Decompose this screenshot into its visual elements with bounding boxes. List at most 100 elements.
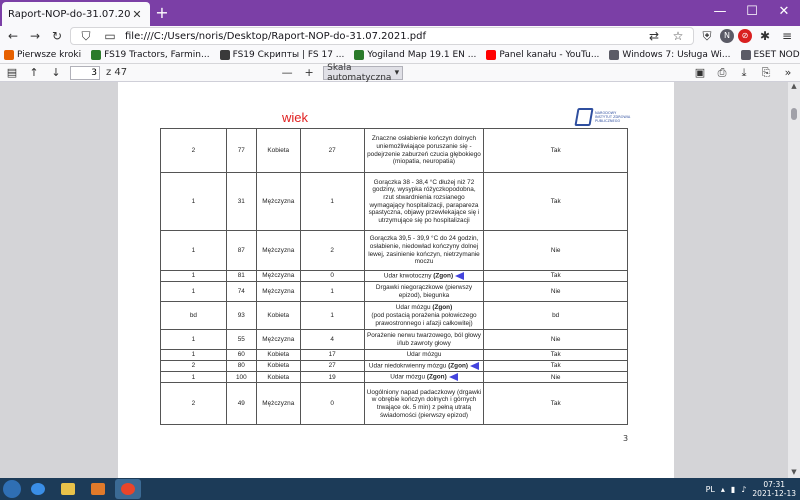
shield-extension-icon[interactable]: ⛨ (698, 27, 716, 45)
scrollbar-thumb[interactable] (791, 108, 797, 120)
bookmark-item[interactable]: FS19 Скрипты | FS 17 ... (219, 49, 345, 60)
arrow-pointer-icon (470, 361, 480, 370)
tab-strip: Raport-NOP-do-31.07.2021.pdf ✕ + — ☐ ✕ (0, 0, 800, 26)
zoom-out-button[interactable]: — (279, 65, 295, 81)
save-icon[interactable]: ⤓ (736, 65, 752, 81)
bookmark-item[interactable]: Pierwsze kroki (4, 49, 82, 60)
bookmark-label: FS19 Скрипты | FS 17 ... (232, 49, 345, 60)
reload-icon[interactable]: ↻ (48, 27, 66, 45)
taskbar-firefox[interactable] (115, 479, 141, 499)
table-cell: 19 (299, 371, 365, 384)
tab-close-icon[interactable]: ✕ (130, 8, 144, 21)
sidebar-toggle-icon[interactable]: ▤ (4, 65, 20, 81)
pdf-viewer[interactable]: wiek NARODOWY INSTYTUT ZDROWIA PUBLICZNE… (0, 82, 800, 478)
table-cell: 1 (160, 349, 227, 361)
institute-logo: NARODOWY INSTYTUT ZDROWIA PUBLICZNEGO (574, 106, 636, 128)
description-text: Udar niedokrwienny mózgu (368, 362, 447, 370)
account-avatar[interactable]: N (720, 29, 734, 43)
table-cell: Tak (483, 269, 628, 283)
minimize-button[interactable]: — (704, 0, 736, 26)
extensions-puzzle-icon[interactable]: ✱ (756, 27, 774, 45)
taskbar-explorer[interactable] (55, 479, 81, 499)
bookmark-item[interactable]: Panel kanału - YouTu... (486, 49, 599, 60)
bookmark-item[interactable]: FS19 Tractors, Farmin... (91, 49, 210, 60)
bookmark-label: Pierwsze kroki (17, 49, 82, 60)
bookmark-item[interactable]: Yogiland Map 19.1 EN ... (354, 49, 477, 60)
bookmark-star-icon[interactable]: ☆ (669, 27, 687, 45)
table-cell: Tak (483, 349, 628, 361)
table-cell: 31 (225, 172, 257, 231)
network-icon[interactable]: ▮ (731, 485, 735, 494)
table-cell-description: Udar mózgu (363, 349, 485, 361)
scroll-down-icon[interactable]: ▼ (788, 468, 800, 478)
zoom-select[interactable]: Skala automatyczna ▾ (323, 63, 404, 83)
bookmark-item[interactable]: ESET NOD32 Antivirus ... (740, 49, 800, 60)
extension-icon[interactable]: ⊘ (738, 29, 752, 43)
table-cell: 77 (225, 128, 257, 173)
taskbar-ie[interactable] (25, 479, 51, 499)
table-cell: 0 (299, 382, 365, 426)
internet-explorer-icon (31, 483, 45, 495)
bookmark-icon[interactable]: ⎘ (758, 65, 774, 81)
table-cell: 1 (160, 329, 227, 351)
print-icon[interactable]: ⎙ (714, 65, 730, 81)
next-page-icon[interactable]: ↓ (48, 65, 64, 81)
scroll-up-icon[interactable]: ▲ (788, 82, 800, 92)
previous-page-icon[interactable]: ↑ (26, 65, 42, 81)
shield-icon[interactable]: ⛉ (77, 27, 95, 45)
language-indicator[interactable]: PL (706, 485, 715, 494)
menu-icon[interactable]: ≡ (778, 27, 796, 45)
firefox-icon (121, 483, 135, 495)
clock[interactable]: 07:31 2021-12-13 (752, 480, 796, 498)
back-icon[interactable]: ← (4, 27, 22, 45)
death-marker: (Zgon) (426, 373, 447, 381)
taskbar: PL ▴ ▮ ♪ 07:31 2021-12-13 (0, 478, 800, 500)
page-number: 3 (623, 434, 629, 443)
table-cell: 1 (299, 301, 365, 331)
page-number-input[interactable] (70, 65, 100, 80)
bookmark-label: ESET NOD32 Antivirus ... (753, 49, 800, 60)
table-cell: Tak (483, 359, 628, 373)
close-window-button[interactable]: ✕ (768, 0, 800, 26)
table-cell: Nie (483, 281, 628, 303)
tab-pdf-report[interactable]: Raport-NOP-do-31.07.2021.pdf ✕ (2, 2, 150, 26)
table-cell-description: Gorączka 39,5 - 39,9 °C do 24 godzin, os… (363, 230, 485, 271)
translate-icon[interactable]: ⇄ (645, 27, 663, 45)
table-cell: Nie (483, 371, 628, 384)
bookmark-favicon-icon (91, 49, 102, 60)
table-cell: 1 (160, 371, 227, 384)
table-cell: Kobieta (255, 128, 301, 173)
zoom-in-button[interactable]: + (301, 65, 317, 81)
table-row: 1 81 Mężczyzna 0 Udar krwotoczny (Zgon) Tak (160, 269, 628, 283)
bookmark-favicon-icon (354, 49, 365, 60)
tray-expand-icon[interactable]: ▴ (721, 485, 725, 494)
table-cell: 17 (299, 349, 365, 361)
bookmark-label: Yogiland Map 19.1 EN ... (367, 49, 477, 60)
annotation-text: wiek (282, 110, 309, 125)
table-cell-description: Porażenie nerwu twarzowego, ból głowy i/… (363, 329, 485, 351)
table-cell-description: Udar mózgu (Zgon) (363, 371, 485, 384)
table-cell: 27 (299, 359, 365, 373)
tools-icon[interactable]: » (780, 65, 796, 81)
bookmark-item[interactable]: Windows 7: Usługa Wi... (609, 49, 731, 60)
vertical-scrollbar[interactable]: ▲ ▼ (788, 82, 800, 478)
address-bar[interactable]: ⛉ ▭ file:///C:/Users/noris/Desktop/Rapor… (70, 27, 694, 45)
url-text[interactable]: file:///C:/Users/noris/Desktop/Raport-NO… (125, 31, 639, 42)
maximize-button[interactable]: ☐ (736, 0, 768, 26)
table-cell: Tak (483, 382, 628, 426)
taskbar-media[interactable] (85, 479, 111, 499)
table-cell-description: Uogólniony napad padaczkowy (drgawki w o… (363, 382, 485, 426)
report-table: 2 77 Kobieta 27 Znaczne osłabienie kończyn d… (160, 128, 628, 426)
table-cell: Nie (483, 230, 628, 271)
page-total: z 47 (106, 67, 128, 78)
description-text: Udar krwotoczny (383, 272, 432, 280)
table-cell: 0 (299, 269, 365, 283)
presentation-icon[interactable]: ▣ (692, 65, 708, 81)
pdf-toolbar: ▤ ↑ ↓ z 47 — + Skala automatyczna ▾ ▣ ⎙ … (0, 63, 800, 83)
new-tab-button[interactable]: + (150, 2, 174, 26)
table-cell: 2 (299, 230, 365, 271)
forward-icon[interactable]: → (26, 27, 44, 45)
table-cell: Nie (483, 329, 628, 351)
start-button[interactable] (3, 480, 21, 498)
volume-icon[interactable]: ♪ (741, 485, 746, 494)
